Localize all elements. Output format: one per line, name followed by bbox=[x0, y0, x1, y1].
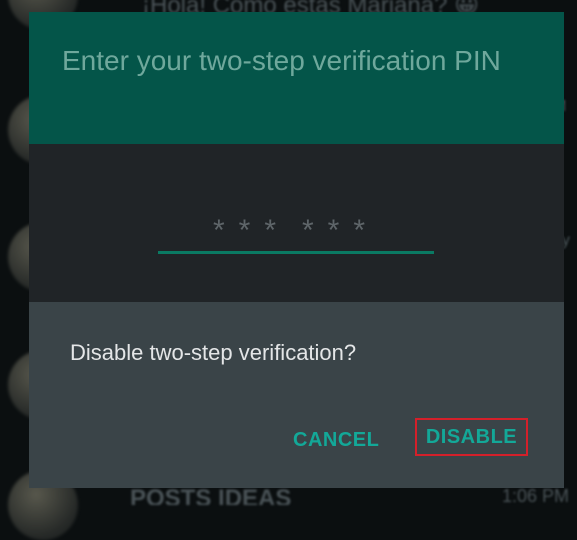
pin-mask-right: *** bbox=[302, 214, 380, 247]
pin-mask: *** *** bbox=[158, 208, 434, 248]
pin-dialog: Enter your two-step verification PIN ***… bbox=[29, 12, 564, 312]
disable-button[interactable]: DISABLE bbox=[415, 418, 528, 456]
confirm-dialog: Disable two-step verification? CANCEL DI… bbox=[29, 302, 564, 488]
pin-input[interactable]: *** *** bbox=[158, 208, 434, 254]
cancel-button[interactable]: CANCEL bbox=[293, 429, 379, 452]
chat-timestamp: 1:06 PM bbox=[501, 486, 569, 506]
confirm-message: Disable two-step verification? bbox=[70, 340, 357, 365]
chat-title: POSTS IDEAS bbox=[130, 485, 292, 505]
pin-mask-left: *** bbox=[212, 214, 290, 247]
pin-dialog-header: Enter your two-step verification PIN bbox=[29, 12, 564, 144]
pin-input-underline bbox=[158, 251, 434, 254]
pin-dialog-title: Enter your two-step verification PIN bbox=[62, 45, 501, 76]
